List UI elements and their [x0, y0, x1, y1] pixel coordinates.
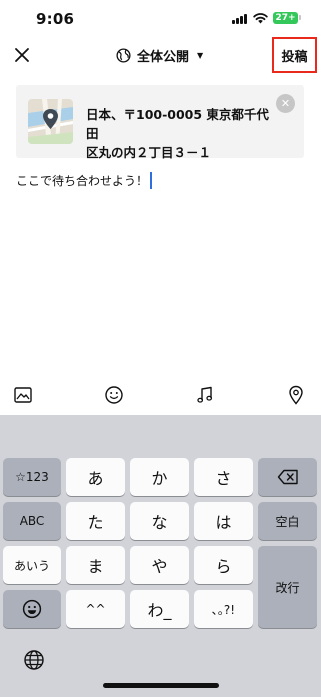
kana-key[interactable]: あいう [3, 546, 61, 584]
space-key[interactable]: 空白 [258, 502, 317, 540]
post-text-input[interactable]: ここで待ち合わせよう！ [16, 170, 306, 190]
key-kaomoji[interactable]: ^^ [66, 590, 125, 628]
wifi-icon [253, 13, 268, 24]
abc-key[interactable]: ABC [3, 502, 61, 540]
status-bar: 9:06 27+ [0, 0, 321, 36]
key-ka[interactable]: か [130, 458, 189, 496]
key-ha[interactable]: は [194, 502, 253, 540]
emoji-icon [22, 599, 42, 619]
emoji-key[interactable] [3, 590, 61, 628]
post-text: ここで待ち合わせよう！ [16, 173, 149, 188]
globe-icon [116, 47, 131, 63]
key-ma[interactable]: ま [66, 546, 125, 584]
home-indicator [103, 683, 219, 688]
key-ya[interactable]: や [130, 546, 189, 584]
visibility-selector[interactable]: 全体公開 ▼ [116, 44, 203, 66]
return-key[interactable]: 改行 [258, 546, 317, 628]
key-ra[interactable]: ら [194, 546, 253, 584]
close-icon: ✕ [280, 97, 291, 110]
smiley-icon[interactable] [103, 384, 125, 406]
remove-location-button[interactable]: ✕ [276, 94, 295, 113]
battery-indicator: 27+ [273, 12, 298, 24]
location-address: 日本、〒100-0005 東京都千代田 区丸の内２丁目３－１ [86, 105, 276, 162]
battery-tip [299, 15, 301, 20]
image-icon[interactable] [12, 384, 34, 406]
cellular-signal-icon [232, 14, 248, 24]
globe-keyboard-icon[interactable] [23, 649, 45, 671]
key-ta[interactable]: た [66, 502, 125, 540]
backspace-icon [277, 469, 298, 485]
caret-down-icon: ▼ [197, 50, 204, 60]
post-header: 全体公開 ▼ 投稿 [0, 36, 321, 74]
close-icon[interactable] [13, 46, 31, 64]
map-pin-icon [28, 99, 73, 144]
numbers-key[interactable]: ☆123 [3, 458, 61, 496]
location-card[interactable]: 日本、〒100-0005 東京都千代田 区丸の内２丁目３－１ [16, 85, 304, 160]
status-time: 9:06 [36, 10, 75, 28]
key-a[interactable]: あ [66, 458, 125, 496]
key-sa[interactable]: さ [194, 458, 253, 496]
music-note-icon[interactable] [194, 384, 216, 406]
address-line-1: 日本、〒100-0005 東京都千代田 [86, 107, 269, 141]
key-wa[interactable]: わ_ [130, 590, 189, 628]
post-button[interactable]: 投稿 [272, 37, 317, 73]
key-punctuation[interactable]: ､｡?! [194, 590, 253, 628]
backspace-key[interactable] [258, 458, 317, 496]
key-na[interactable]: な [130, 502, 189, 540]
visibility-label: 全体公開 [137, 49, 190, 65]
text-cursor [150, 171, 153, 189]
japanese-keyboard: ☆123 あ か さ ABC た な は 空白 あいう ま や ら 改行 ^^ … [0, 415, 321, 697]
attachment-toolbar [0, 380, 321, 410]
location-pin-icon[interactable] [285, 384, 307, 406]
address-line-2: 区丸の内２丁目３－１ [86, 145, 212, 160]
